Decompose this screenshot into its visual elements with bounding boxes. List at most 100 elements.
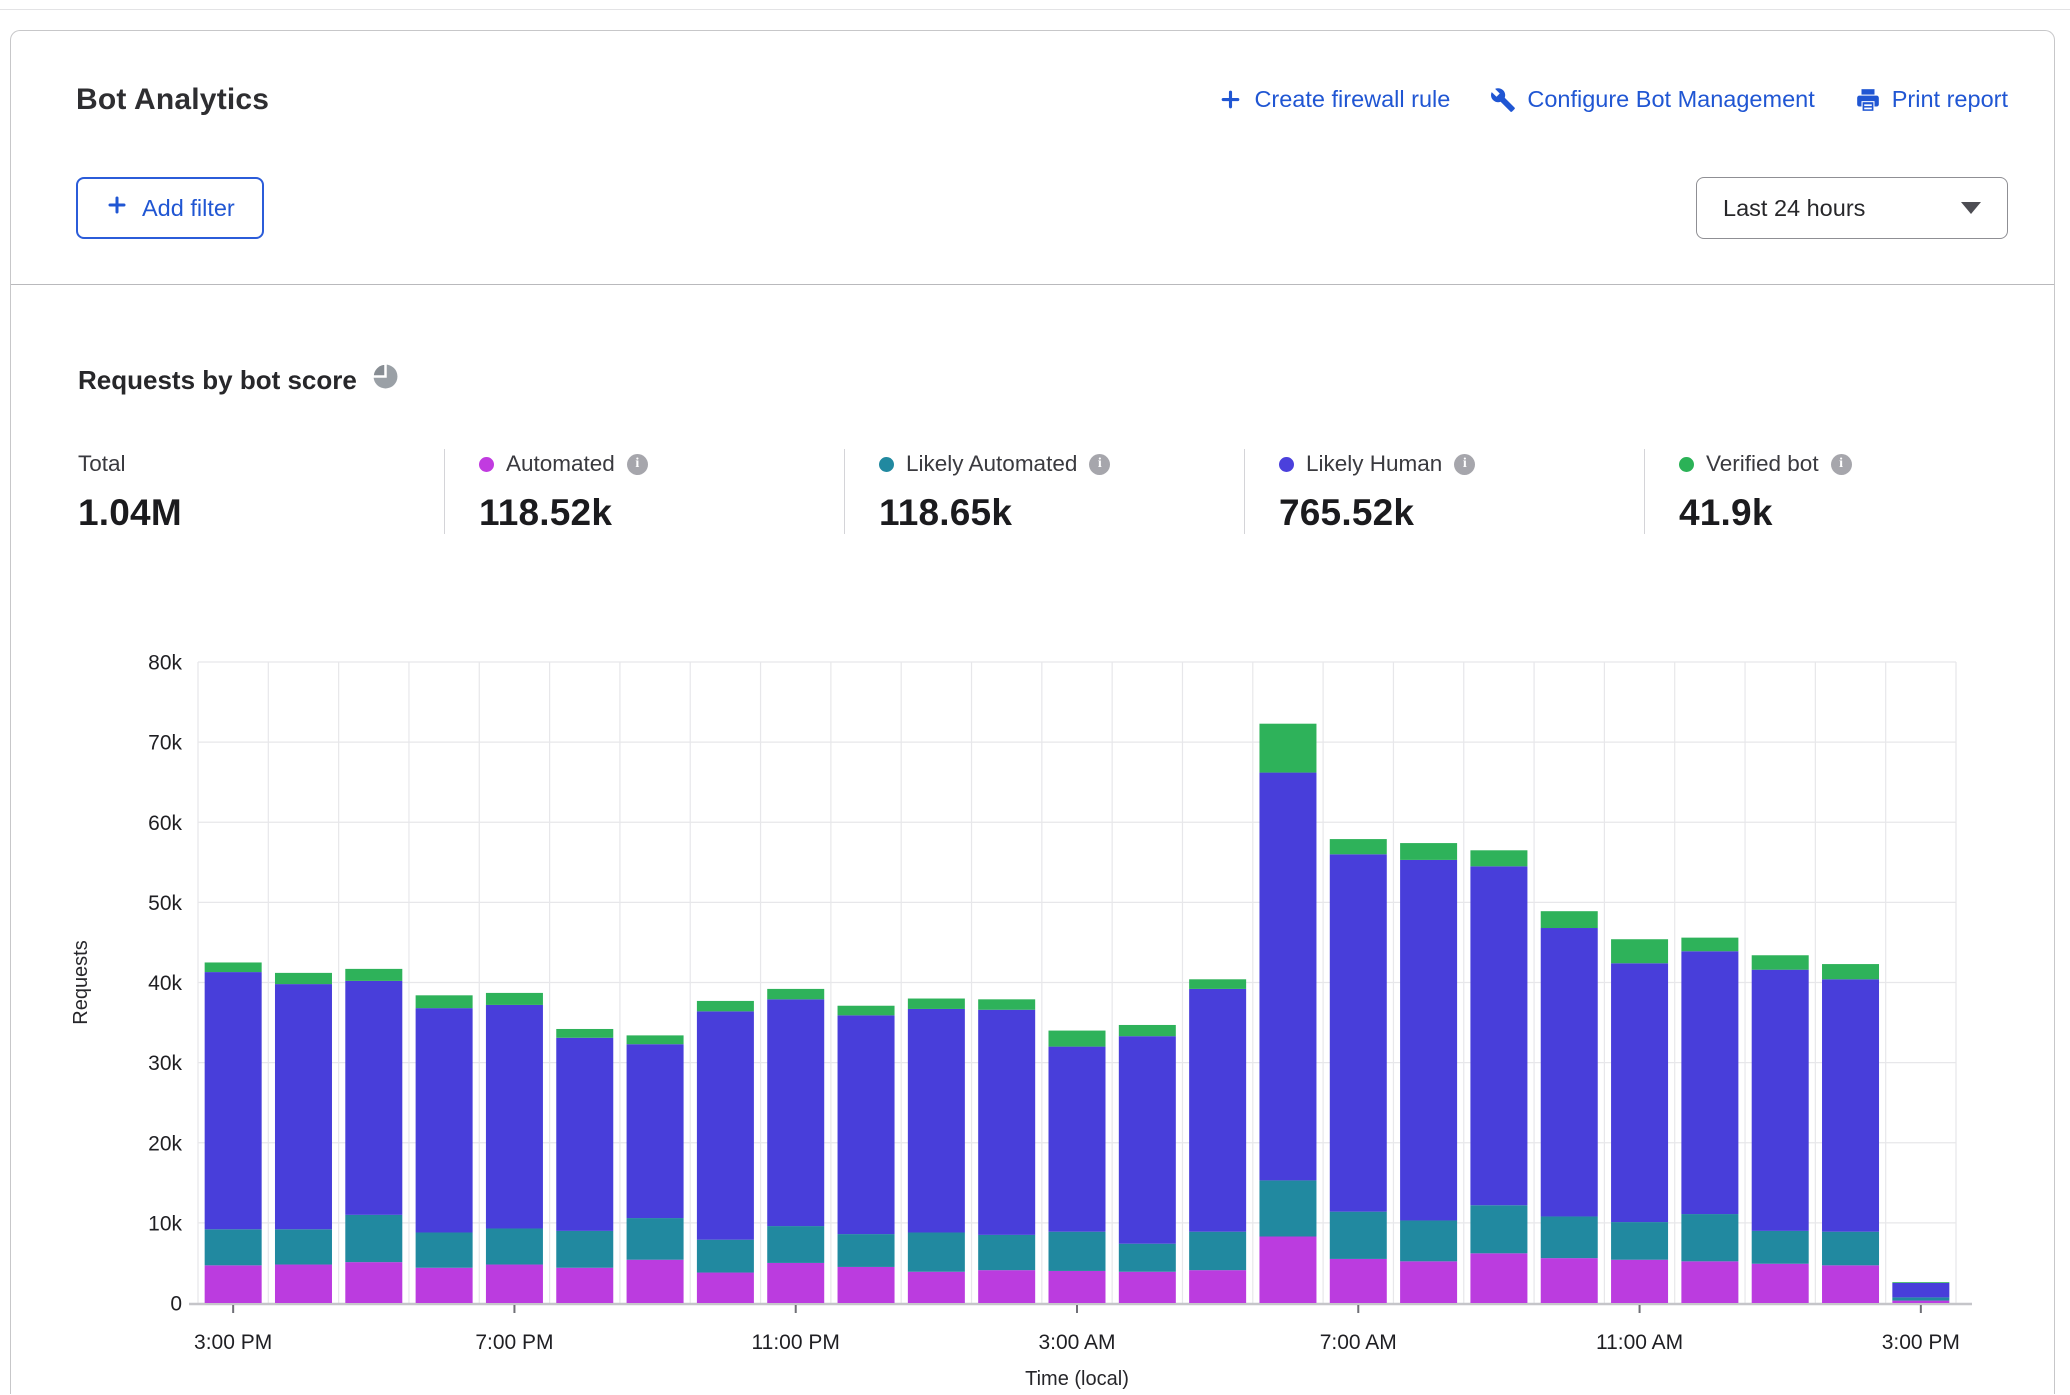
bar-segment-likely-human[interactable] (1189, 989, 1246, 1232)
bar-segment-automated[interactable] (908, 1272, 965, 1303)
bar-segment-likely-automated[interactable] (1189, 1232, 1246, 1270)
bar-segment-verified-bot[interactable] (275, 973, 332, 984)
bar-segment-likely-human[interactable] (1611, 963, 1668, 1222)
bar-segment-likely-automated[interactable] (838, 1234, 895, 1267)
bar-segment-likely-human[interactable] (1752, 970, 1809, 1231)
bar-segment-automated[interactable] (1049, 1271, 1106, 1303)
bar-segment-verified-bot[interactable] (486, 993, 543, 1005)
bar-segment-verified-bot[interactable] (908, 999, 965, 1009)
bar-segment-automated[interactable] (627, 1260, 684, 1303)
bar-segment-automated[interactable] (1470, 1253, 1527, 1303)
bar-segment-verified-bot[interactable] (1259, 724, 1316, 773)
create-firewall-rule-link[interactable]: Create firewall rule (1218, 86, 1450, 113)
bar-segment-likely-automated[interactable] (1259, 1180, 1316, 1236)
bar-segment-likely-human[interactable] (486, 1005, 543, 1229)
bar-segment-likely-human[interactable] (1681, 951, 1738, 1214)
info-icon[interactable]: i (1454, 454, 1475, 475)
bar-segment-likely-automated[interactable] (556, 1231, 613, 1268)
bar-segment-automated[interactable] (486, 1265, 543, 1303)
print-report-link[interactable]: Print report (1855, 86, 2008, 113)
bar-segment-likely-automated[interactable] (486, 1228, 543, 1264)
bar-segment-verified-bot[interactable] (767, 989, 824, 999)
bar-segment-automated[interactable] (1330, 1259, 1387, 1303)
bar-segment-likely-human[interactable] (1119, 1036, 1176, 1244)
bar-segment-likely-human[interactable] (1330, 854, 1387, 1211)
bar-segment-automated[interactable] (978, 1270, 1035, 1303)
bar-segment-automated[interactable] (556, 1268, 613, 1303)
bar-segment-verified-bot[interactable] (1822, 964, 1879, 979)
bar-segment-verified-bot[interactable] (1611, 939, 1668, 963)
bar-segment-verified-bot[interactable] (345, 969, 402, 981)
bar-segment-likely-human[interactable] (1892, 1283, 1949, 1297)
bar-segment-automated[interactable] (697, 1273, 754, 1303)
bar-segment-likely-human[interactable] (1049, 1047, 1106, 1232)
bar-segment-verified-bot[interactable] (697, 1001, 754, 1011)
bar-segment-likely-automated[interactable] (1470, 1205, 1527, 1253)
bar-segment-likely-human[interactable] (908, 1009, 965, 1233)
bar-segment-verified-bot[interactable] (1892, 1282, 1949, 1283)
bar-segment-likely-automated[interactable] (767, 1226, 824, 1263)
bar-segment-likely-human[interactable] (697, 1011, 754, 1239)
bar-segment-likely-human[interactable] (627, 1044, 684, 1218)
bar-segment-automated[interactable] (1752, 1264, 1809, 1303)
bar-segment-likely-automated[interactable] (416, 1232, 473, 1267)
bar-segment-likely-automated[interactable] (345, 1215, 402, 1262)
bar-segment-automated[interactable] (1119, 1272, 1176, 1303)
bar-segment-automated[interactable] (1892, 1301, 1949, 1303)
bar-segment-likely-automated[interactable] (1611, 1222, 1668, 1260)
bar-segment-verified-bot[interactable] (838, 1006, 895, 1016)
info-icon[interactable]: i (627, 454, 648, 475)
bar-segment-likely-human[interactable] (767, 999, 824, 1226)
bar-segment-likely-automated[interactable] (1330, 1212, 1387, 1259)
bar-segment-automated[interactable] (1611, 1260, 1668, 1303)
bar-segment-automated[interactable] (1189, 1270, 1246, 1303)
bar-segment-verified-bot[interactable] (1119, 1025, 1176, 1036)
bar-segment-automated[interactable] (205, 1265, 262, 1303)
bar-segment-likely-automated[interactable] (627, 1218, 684, 1260)
bar-segment-likely-human[interactable] (205, 972, 262, 1229)
bar-segment-likely-human[interactable] (978, 1010, 1035, 1235)
info-icon[interactable]: i (1089, 454, 1110, 475)
bar-segment-likely-automated[interactable] (697, 1240, 754, 1273)
bar-segment-likely-human[interactable] (275, 984, 332, 1229)
bar-segment-verified-bot[interactable] (1330, 839, 1387, 854)
bar-segment-verified-bot[interactable] (556, 1029, 613, 1038)
bar-segment-verified-bot[interactable] (1400, 843, 1457, 860)
bar-segment-likely-automated[interactable] (1400, 1220, 1457, 1261)
bar-segment-likely-human[interactable] (1822, 979, 1879, 1231)
bar-segment-likely-human[interactable] (416, 1008, 473, 1232)
bar-segment-verified-bot[interactable] (416, 995, 473, 1008)
bar-segment-likely-automated[interactable] (1752, 1231, 1809, 1264)
bar-segment-automated[interactable] (416, 1268, 473, 1303)
bar-segment-automated[interactable] (275, 1265, 332, 1303)
bar-segment-verified-bot[interactable] (627, 1035, 684, 1044)
bar-segment-verified-bot[interactable] (205, 962, 262, 972)
bar-segment-likely-human[interactable] (1541, 928, 1598, 1216)
bar-segment-likely-automated[interactable] (1049, 1232, 1106, 1271)
requests-by-bot-score-chart[interactable]: 010k20k30k40k50k60k70k80k3:00 PM7:00 PM1… (61, 631, 2011, 1395)
bar-segment-likely-human[interactable] (1470, 866, 1527, 1205)
bar-segment-verified-bot[interactable] (1752, 955, 1809, 969)
bar-segment-verified-bot[interactable] (1541, 911, 1598, 928)
bar-segment-likely-automated[interactable] (1892, 1297, 1949, 1300)
bar-segment-likely-automated[interactable] (1822, 1232, 1879, 1266)
add-filter-button[interactable]: Add filter (76, 177, 264, 239)
bar-segment-likely-automated[interactable] (978, 1235, 1035, 1270)
bar-segment-verified-bot[interactable] (1681, 938, 1738, 952)
bar-segment-likely-human[interactable] (556, 1038, 613, 1231)
bar-segment-automated[interactable] (1259, 1236, 1316, 1303)
bar-segment-automated[interactable] (767, 1263, 824, 1303)
bar-segment-verified-bot[interactable] (1470, 850, 1527, 866)
bar-segment-automated[interactable] (345, 1262, 402, 1303)
bar-segment-automated[interactable] (1822, 1265, 1879, 1303)
bar-segment-verified-bot[interactable] (1049, 1031, 1106, 1047)
bar-segment-likely-automated[interactable] (908, 1232, 965, 1271)
bar-segment-likely-automated[interactable] (275, 1229, 332, 1264)
bar-segment-likely-human[interactable] (1400, 860, 1457, 1221)
bar-segment-likely-automated[interactable] (1119, 1244, 1176, 1272)
bar-segment-likely-human[interactable] (1259, 773, 1316, 1181)
bar-segment-verified-bot[interactable] (978, 999, 1035, 1009)
bar-segment-likely-automated[interactable] (1541, 1216, 1598, 1258)
bar-segment-automated[interactable] (838, 1267, 895, 1303)
bar-segment-automated[interactable] (1400, 1261, 1457, 1303)
